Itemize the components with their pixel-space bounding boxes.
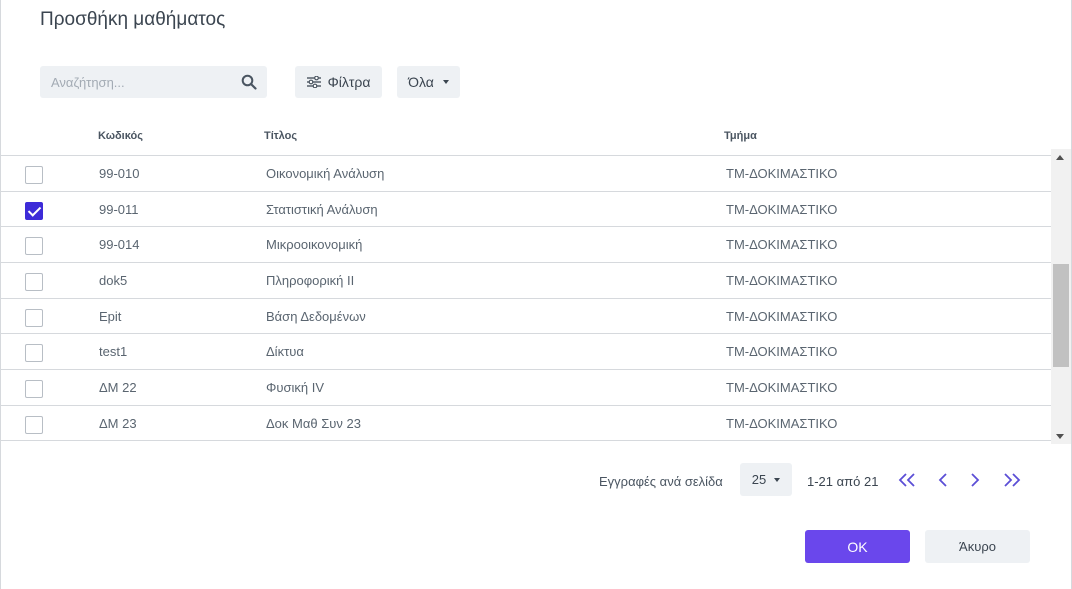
cell-title: Φυσική IV [266,380,325,396]
row-checkbox[interactable] [25,308,43,327]
table-row[interactable]: test1 Δίκτυα ΤΜ-ΔΟΚΙΜΑΣΤΙΚΟ [1,334,1051,371]
table-body: 99-010 Οικονομική Ανάλυση ΤΜ-ΔΟΚΙΜΑΣΤΙΚΟ 99… [1,156,1051,441]
cancel-button[interactable]: Άκυρο [925,530,1030,563]
table-row[interactable]: 99-011 Στατιστική Ανάλυση ΤΜ-ΔΟΚΙΜΑΣΤΙΚΟ [1,192,1051,228]
table-row[interactable]: Epit Βάση Δεδομένων ΤΜ-ΔΟΚΙΜΑΣΤΙΚΟ [1,299,1051,335]
per-page-value: 25 [751,472,767,487]
per-page-select[interactable]: 25 [740,463,792,496]
cell-title: Δίκτυα [266,344,304,360]
cell-code: ΔΜ 23 [99,415,137,431]
search-icon[interactable] [241,74,257,90]
caret-down-icon [442,80,449,84]
cell-code: 99-014 [99,237,140,253]
cell-dept: ΤΜ-ΔΟΚΙΜΑΣΤΙΚΟ [726,344,838,360]
first-page-icon[interactable] [896,470,918,490]
cell-dept: ΤΜ-ΔΟΚΙΜΑΣΤΙΚΟ [726,166,838,181]
pager-range: 1-21 από 21 [807,474,879,489]
all-dropdown[interactable]: Όλα [397,66,460,98]
cell-code: 99-011 [99,201,139,217]
cell-dept: ΤΜ-ΔΟΚΙΜΑΣΤΙΚΟ [726,415,838,431]
table-scrollbar[interactable] [1051,149,1071,444]
table-row[interactable]: 99-010 Οικονομική Ανάλυση ΤΜ-ΔΟΚΙΜΑΣΤΙΚΟ [1,156,1051,192]
cell-title: Μικροοικονομική [266,237,363,253]
scroll-up-icon[interactable] [1056,155,1064,160]
per-page-label: Εγγραφές ανά σελίδα [599,474,723,489]
cell-title: Πληροφορική ΙΙ [266,273,355,289]
header-dept[interactable]: Τμήμα [724,130,757,142]
prev-page-icon[interactable] [932,470,954,490]
scroll-thumb[interactable] [1053,264,1069,367]
cell-title: Στατιστική Ανάλυση [266,201,378,217]
cell-code: dok5 [99,273,128,289]
cell-title: Οικονομική Ανάλυση [266,166,385,181]
table-row[interactable]: dok5 Πληροφορική ΙΙ ΤΜ-ΔΟΚΙΜΑΣΤΙΚΟ [1,263,1051,299]
last-page-icon[interactable] [1001,470,1023,490]
table-row[interactable]: 99-014 Μικροοικονομική ΤΜ-ΔΟΚΙΜΑΣΤΙΚΟ [1,227,1051,264]
row-checkbox[interactable] [25,415,43,434]
row-checkbox[interactable] [25,166,43,184]
row-checkbox[interactable] [25,237,43,256]
row-checkbox[interactable] [25,380,43,399]
filters-label: Φίλτρα [327,74,371,90]
cell-code: ΔΜ 22 [99,380,137,396]
cell-dept: ΤΜ-ΔΟΚΙΜΑΣΤΙΚΟ [726,273,838,289]
header-title[interactable]: Τίτλος [264,130,297,142]
cell-title: Δοκ Μαθ Συν 23 [266,415,361,431]
table-header: Κωδικός Τίτλος Τμήμα [1,120,1051,156]
ok-button[interactable]: OK [805,530,910,563]
cell-dept: ΤΜ-ΔΟΚΙΜΑΣΤΙΚΟ [726,201,838,217]
row-checkbox[interactable] [25,344,43,363]
caret-down-icon [774,477,781,482]
search-input[interactable] [40,66,230,98]
cell-code: test1 [99,344,128,360]
add-course-dialog: Προσθήκη μαθήματος Φίλτρα Όλα Κωδικός Τί… [0,0,1072,589]
cell-dept: ΤΜ-ΔΟΚΙΜΑΣΤΙΚΟ [726,237,838,253]
table-row[interactable]: ΔΜ 23 Δοκ Μαθ Συν 23 ΤΜ-ΔΟΚΙΜΑΣΤΙΚΟ [1,406,1051,440]
filters-button[interactable]: Φίλτρα [295,66,382,98]
search-box [40,66,267,98]
cell-title: Βάση Δεδομένων [266,308,366,324]
cell-dept: ΤΜ-ΔΟΚΙΜΑΣΤΙΚΟ [726,380,838,396]
header-code[interactable]: Κωδικός [98,130,143,142]
all-dropdown-label: Όλα [408,74,434,90]
sliders-icon [306,76,321,88]
cell-code: Epit [99,308,122,324]
cell-code: 99-010 [99,166,140,181]
cell-dept: ΤΜ-ΔΟΚΙΜΑΣΤΙΚΟ [726,308,838,324]
dialog-title: Προσθήκη μαθήματος [40,9,226,30]
table-row[interactable]: ΔΜ 22 Φυσική IV ΤΜ-ΔΟΚΙΜΑΣΤΙΚΟ [1,370,1051,406]
next-page-icon[interactable] [964,470,986,490]
row-checkbox[interactable] [25,201,43,220]
scroll-down-icon[interactable] [1056,434,1064,439]
row-checkbox[interactable] [25,273,43,292]
